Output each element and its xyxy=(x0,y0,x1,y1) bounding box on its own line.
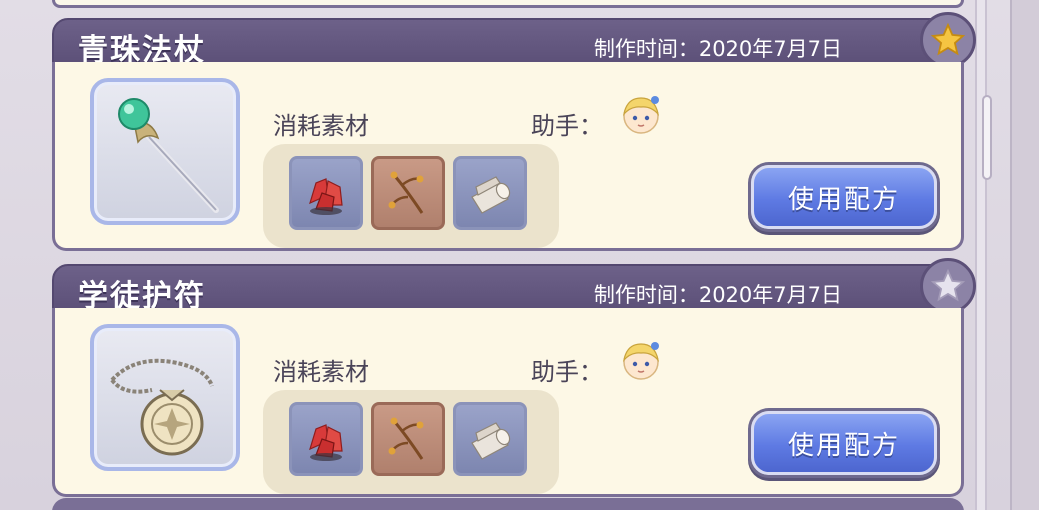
material-slot[interactable] xyxy=(453,156,527,230)
use-recipe-button[interactable]: 使用配方 xyxy=(751,165,937,229)
scroll-thumb[interactable] xyxy=(982,95,992,180)
helper-label: 助手： xyxy=(531,112,603,140)
card-body: 消耗素材 助手： 使用配方 xyxy=(52,308,964,497)
recipe-card: 青珠法杖 制作时间：2020年7月7日 消耗素材 助手： 使用配方 xyxy=(52,12,976,251)
staff-icon xyxy=(118,98,219,213)
materials-tray xyxy=(263,390,559,494)
wood-log-icon xyxy=(471,176,511,214)
card-header: 学徒护符 制作时间：2020年7月7日 xyxy=(52,264,964,314)
branch-icon xyxy=(388,417,424,460)
helper-label: 助手： xyxy=(531,358,603,386)
item-slot[interactable] xyxy=(90,324,240,471)
amulet-icon xyxy=(110,358,214,456)
next-card-edge xyxy=(52,498,964,510)
materials-label: 消耗素材 xyxy=(273,358,369,386)
use-recipe-label: 使用配方 xyxy=(787,184,900,215)
red-crystal-icon xyxy=(309,178,343,215)
material-slot[interactable] xyxy=(453,402,527,476)
material-slot[interactable] xyxy=(371,156,445,230)
card-header: 青珠法杖 制作时间：2020年7月7日 xyxy=(52,18,964,68)
material-slot[interactable] xyxy=(289,402,363,476)
helper-avatar-icon[interactable] xyxy=(617,92,665,136)
scroll-track[interactable] xyxy=(975,0,987,510)
materials-label: 消耗素材 xyxy=(273,112,369,140)
material-slot[interactable] xyxy=(289,156,363,230)
recipe-card: 学徒护符 制作时间：2020年7月7日 消耗素材 助手： 使用配方 xyxy=(52,258,976,497)
branch-icon xyxy=(388,171,424,214)
use-recipe-button[interactable]: 使用配方 xyxy=(751,411,937,475)
previous-card-edge xyxy=(52,0,964,8)
red-crystal-icon xyxy=(309,424,343,461)
item-slot[interactable] xyxy=(90,78,240,225)
craft-date: 制作时间：2020年7月7日 xyxy=(593,283,842,307)
star-icon xyxy=(930,268,966,302)
use-recipe-label: 使用配方 xyxy=(787,430,900,461)
panel-edge xyxy=(1010,0,1039,510)
helper-avatar-icon[interactable] xyxy=(617,338,665,382)
wood-log-icon xyxy=(471,422,511,460)
materials-tray xyxy=(263,144,559,248)
craft-date: 制作时间：2020年7月7日 xyxy=(593,37,842,61)
card-body: 消耗素材 助手： 使用配方 xyxy=(52,62,964,251)
favorite-star-button[interactable] xyxy=(920,12,976,68)
star-icon xyxy=(930,22,966,56)
material-slot[interactable] xyxy=(371,402,445,476)
favorite-star-button[interactable] xyxy=(920,258,976,314)
